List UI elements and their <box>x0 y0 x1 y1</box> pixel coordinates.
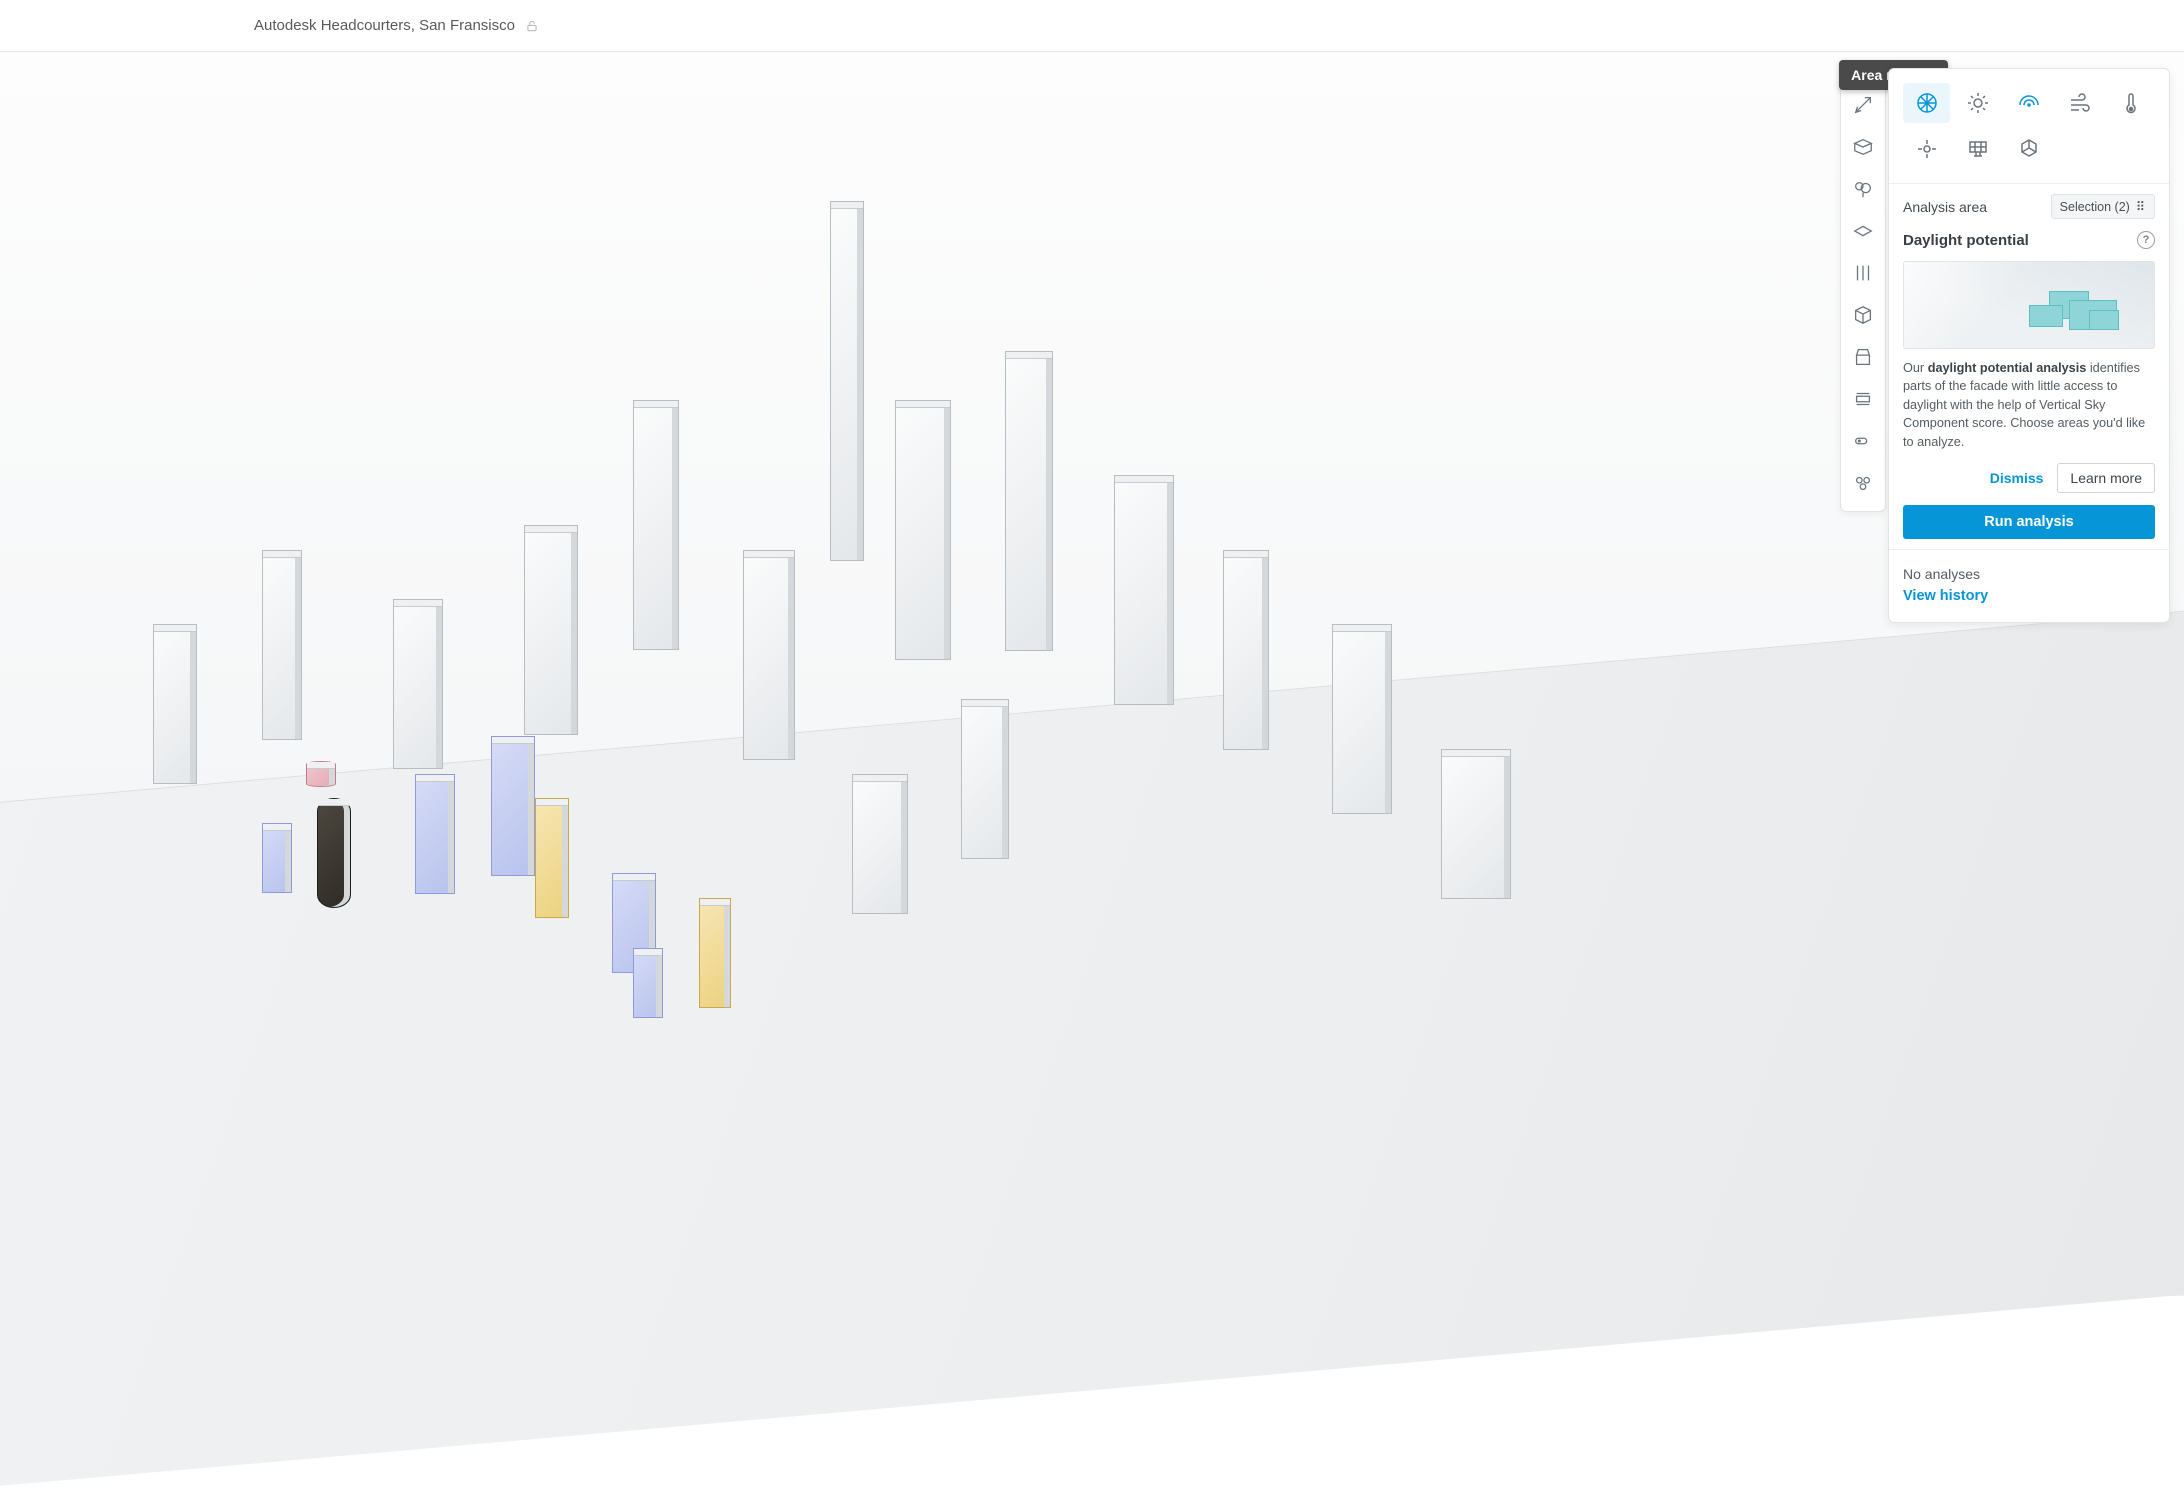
building <box>830 201 864 561</box>
expand-icon: ⠿ <box>2136 199 2146 214</box>
divider <box>1889 183 2169 184</box>
selection-chip[interactable]: Selection (2) ⠿ <box>2051 194 2155 219</box>
building-selected <box>699 898 731 1008</box>
selection-chip-text: Selection (2) <box>2060 200 2130 214</box>
dismiss-button[interactable]: Dismiss <box>1986 464 2048 492</box>
building <box>852 774 908 914</box>
building-selected <box>415 774 455 894</box>
magic-tool-icon[interactable] <box>1844 85 1882 125</box>
analysis-type-grid <box>1903 83 2155 169</box>
building <box>393 599 443 769</box>
section-title-row: Daylight potential ? <box>1903 231 2155 249</box>
area-metrics-icon[interactable] <box>1903 83 1950 123</box>
analysis-history: No analyses View history <box>1903 566 2155 604</box>
building-selected <box>317 798 351 908</box>
info-button-row: Dismiss Learn more <box>1903 463 2155 493</box>
extrude-icon[interactable] <box>1844 337 1882 377</box>
desc-prefix: Our <box>1903 361 1928 375</box>
divider <box>1889 549 2169 550</box>
solar-panel-icon[interactable] <box>1954 129 2001 169</box>
building <box>633 400 679 650</box>
tree-icon[interactable] <box>1844 169 1882 209</box>
cube-icon[interactable] <box>1844 295 1882 335</box>
ground-plane <box>0 601 2184 1505</box>
group-icon[interactable] <box>1844 463 1882 503</box>
section-icon[interactable] <box>1844 379 1882 419</box>
view-history-link[interactable]: View history <box>1903 588 2155 604</box>
building-selected <box>306 761 336 787</box>
site-box-icon[interactable] <box>1844 127 1882 167</box>
surface-icon[interactable] <box>1844 211 1882 251</box>
building <box>743 550 795 760</box>
building <box>1223 550 1269 750</box>
building <box>961 699 1009 859</box>
run-analysis-button[interactable]: Run analysis <box>1903 505 2155 539</box>
help-icon[interactable]: ? <box>2137 231 2155 249</box>
unlock-icon <box>525 19 539 33</box>
description: Our daylight potential analysis identifi… <box>1903 359 2155 451</box>
wind-icon[interactable] <box>2057 83 2104 123</box>
noise-icon[interactable] <box>2005 83 2052 123</box>
analysis-area-label: Analysis area <box>1903 199 1987 215</box>
building-selected <box>535 798 569 918</box>
building <box>895 400 951 660</box>
learn-more-button[interactable]: Learn more <box>2057 463 2155 493</box>
main-area: Area metrics 👆 <box>0 52 2184 1296</box>
building <box>153 624 197 784</box>
desc-bold: daylight potential analysis <box>1928 361 2087 375</box>
building <box>262 550 302 740</box>
section-title: Daylight potential <box>1903 232 2029 249</box>
thermometer-icon[interactable] <box>2108 83 2155 123</box>
project-title-text: Autodesk Headcourters, San Fransisco <box>254 17 515 34</box>
no-analyses-text: No analyses <box>1903 566 2155 582</box>
analysis-area-row: Analysis area Selection (2) ⠿ <box>1903 194 2155 219</box>
embodied-carbon-icon[interactable] <box>2005 129 2052 169</box>
building <box>1441 749 1511 899</box>
building <box>524 525 578 735</box>
building-selected <box>262 823 292 893</box>
building <box>1005 351 1053 651</box>
building-selected <box>491 736 535 876</box>
building-selected <box>633 948 663 1018</box>
building <box>1114 475 1174 705</box>
tag-icon[interactable] <box>1844 421 1882 461</box>
align-icon[interactable] <box>1844 253 1882 293</box>
building <box>1332 624 1392 814</box>
preview-thumbnail <box>1903 261 2155 349</box>
sun-icon[interactable] <box>1954 83 2001 123</box>
tool-toolbar <box>1840 76 1886 512</box>
analysis-panel: Analysis area Selection (2) ⠿ Daylight p… <box>1888 68 2170 623</box>
operational-energy-icon[interactable] <box>1903 129 1950 169</box>
project-title[interactable]: Autodesk Headcourters, San Fransisco <box>254 17 539 34</box>
app-header: Autodesk Headcourters, San Fransisco <box>0 0 2184 52</box>
